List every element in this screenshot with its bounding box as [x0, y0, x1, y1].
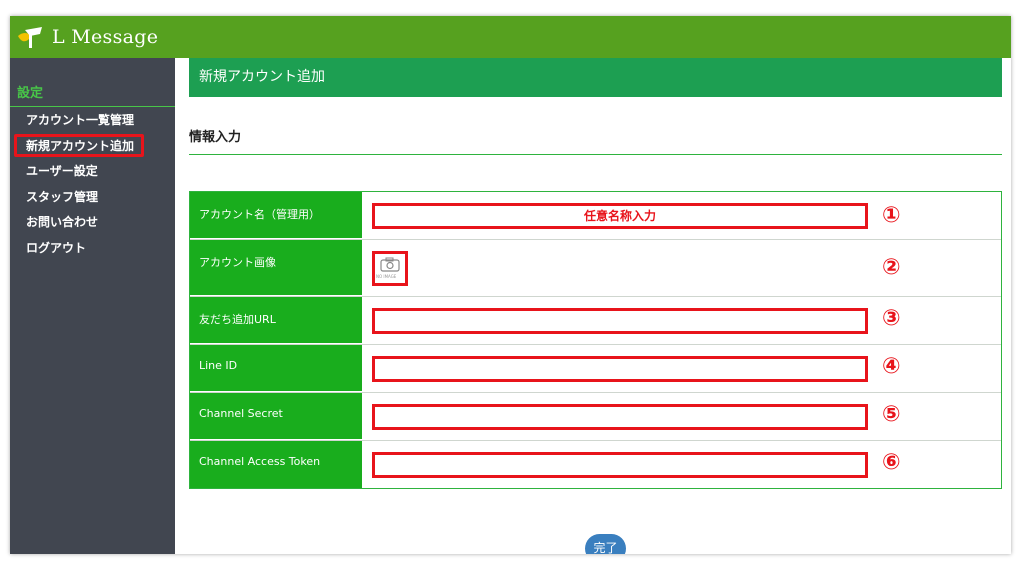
- field-value-cell: 任意名称入力 ①: [362, 192, 1001, 239]
- marker-2: ②: [882, 255, 901, 280]
- app-window: L Message 設定 アカウント一覧管理 新規アカウント追加 ユーザー設定 …: [10, 16, 1011, 554]
- complete-button[interactable]: 完了: [585, 534, 626, 554]
- sidebar-item-label: ユーザー設定: [26, 164, 98, 178]
- field-value-cell: ③: [362, 297, 1001, 344]
- field-label: アカウント名（管理用）: [190, 192, 362, 239]
- sidebar-item-user-settings[interactable]: ユーザー設定: [10, 159, 175, 185]
- line-id-input[interactable]: [372, 356, 868, 382]
- field-value-cell: NO IMAGE ②: [362, 240, 1001, 296]
- account-name-input[interactable]: 任意名称入力: [372, 203, 868, 229]
- sidebar-title: 設定: [17, 86, 44, 101]
- field-label: Channel Secret: [190, 393, 362, 440]
- field-value-cell: ⑥: [362, 441, 1001, 488]
- camera-icon: [380, 257, 400, 272]
- field-label: Channel Access Token: [190, 441, 362, 488]
- marker-1: ①: [882, 203, 901, 228]
- form-row-channel-secret: Channel Secret ⑤: [190, 393, 1001, 441]
- form-row-line-id: Line ID ④: [190, 345, 1001, 393]
- sidebar-item-logout[interactable]: ログアウト: [10, 236, 175, 262]
- section-divider: [189, 154, 1002, 155]
- marker-5: ⑤: [882, 402, 901, 427]
- field-value-cell: ④: [362, 345, 1001, 392]
- sidebar-item-account-list[interactable]: アカウント一覧管理: [10, 108, 175, 134]
- form-row-account-image: アカウント画像 NO IMAGE ②: [190, 240, 1001, 297]
- highlight-annotation: [14, 133, 144, 157]
- sidebar-item-label: スタッフ管理: [26, 189, 99, 204]
- no-image-label: NO IMAGE: [376, 274, 397, 279]
- marker-6: ⑥: [882, 450, 901, 475]
- main-content: 新規アカウント追加 情報入力 アカウント名（管理用） 任意名称入力 ① アカウン…: [175, 58, 1011, 554]
- field-value-cell: ⑤: [362, 393, 1001, 440]
- top-bar: L Message: [10, 16, 1011, 58]
- marker-3: ③: [882, 306, 901, 331]
- sidebar-item-label: お問い合わせ: [26, 215, 99, 229]
- friend-url-input[interactable]: [372, 308, 868, 334]
- field-label: 友だち追加URL: [190, 297, 362, 344]
- sidebar-item-label: ログアウト: [26, 240, 87, 255]
- sidebar-item-new-account[interactable]: 新規アカウント追加: [10, 133, 175, 160]
- field-label: アカウント画像: [190, 240, 362, 296]
- channel-access-token-input[interactable]: [372, 452, 868, 478]
- channel-secret-input[interactable]: [372, 404, 868, 430]
- sidebar-item-staff[interactable]: スタッフ管理: [10, 185, 175, 211]
- form-row-channel-access-token: Channel Access Token ⑥: [190, 441, 1001, 488]
- account-form: アカウント名（管理用） 任意名称入力 ① アカウント画像 NO IMAGE ② …: [189, 191, 1002, 489]
- account-image-upload[interactable]: NO IMAGE: [372, 251, 408, 286]
- sidebar: 設定 アカウント一覧管理 新規アカウント追加 ユーザー設定 スタッフ管理 お問い…: [10, 58, 175, 554]
- field-label: Line ID: [190, 345, 362, 392]
- sidebar-divider: [10, 106, 175, 107]
- leaf-flag-logo-icon[interactable]: [16, 24, 46, 50]
- sidebar-item-contact[interactable]: お問い合わせ: [10, 210, 175, 236]
- form-row-friend-url: 友だち追加URL ③: [190, 297, 1001, 345]
- page-title: 新規アカウント追加: [189, 58, 1002, 97]
- section-title: 情報入力: [189, 130, 242, 145]
- brand-name: L Message: [52, 26, 159, 48]
- sidebar-item-label: アカウント一覧管理: [26, 113, 135, 127]
- marker-4: ④: [882, 354, 901, 379]
- form-row-account-name: アカウント名（管理用） 任意名称入力 ①: [190, 192, 1001, 240]
